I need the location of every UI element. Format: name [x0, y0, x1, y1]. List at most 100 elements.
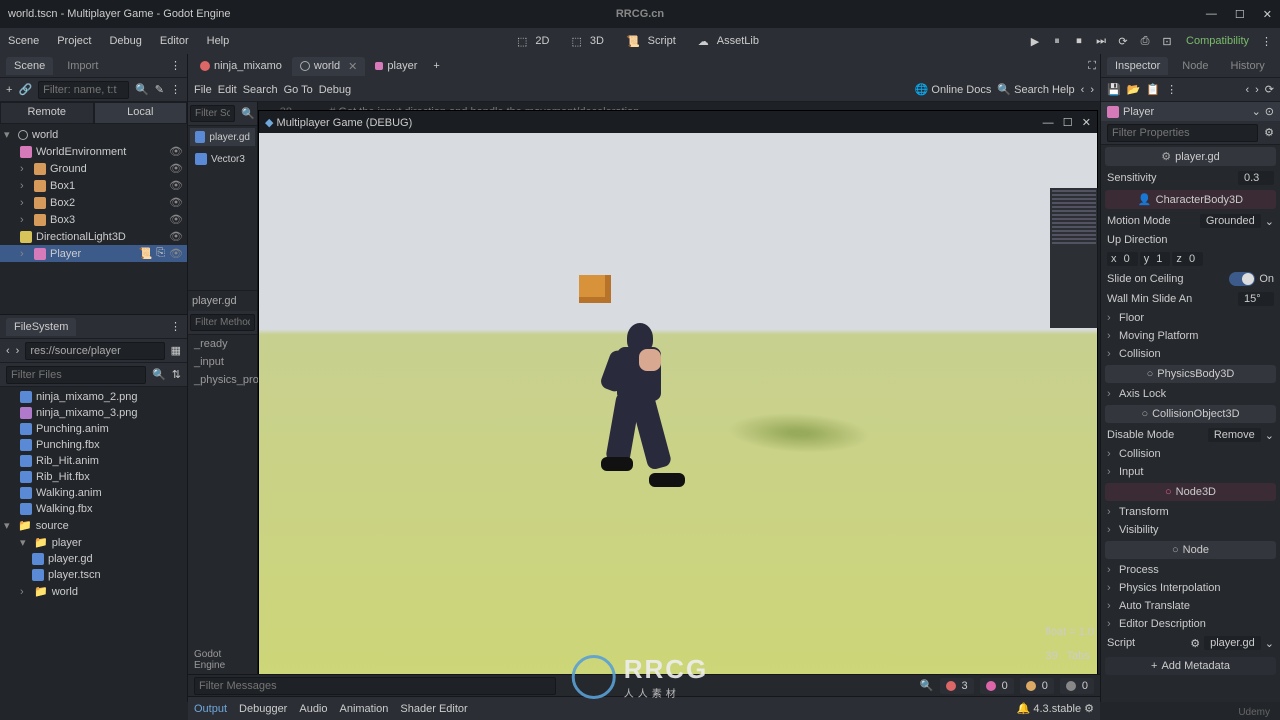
script-search-menu[interactable]: Search	[243, 84, 278, 96]
game-maximize-icon[interactable]: ☐	[1063, 117, 1073, 129]
save-icon[interactable]: 💾	[1107, 83, 1121, 96]
fs-file[interactable]: player.tscn	[48, 569, 183, 581]
bottom-tab-audio[interactable]: Audio	[299, 703, 327, 715]
tree-node-box3[interactable]: Box3	[50, 214, 165, 226]
script-item-vector3[interactable]: Vector3	[190, 150, 255, 168]
workspace-script[interactable]: 📜 Script	[622, 31, 684, 51]
workspace-3d[interactable]: ⬚ 3D	[567, 31, 611, 51]
visibility-icon[interactable]: 👁	[169, 145, 183, 158]
status-tabs[interactable]: Tabs	[1067, 650, 1090, 662]
menu-debug[interactable]: Debug	[109, 35, 141, 47]
bottom-tab-shader[interactable]: Shader Editor	[400, 703, 467, 715]
locate-icon[interactable]: ⊙	[1265, 105, 1274, 118]
info-count-badge[interactable]: 0	[1020, 678, 1054, 694]
script-debug-menu[interactable]: Debug	[319, 84, 351, 96]
prop-sensitivity-value[interactable]: 0.3	[1238, 171, 1274, 185]
open-icon[interactable]: 📂	[1127, 83, 1141, 96]
editor-tab-world[interactable]: world✕	[292, 57, 366, 76]
section-node[interactable]: ○ Node	[1105, 541, 1276, 559]
close-tab-icon[interactable]: ✕	[348, 60, 357, 73]
play-remote-icon[interactable]: ⏭	[1094, 35, 1108, 48]
fs-file[interactable]: player.gd	[48, 553, 183, 565]
fs-folder-source[interactable]: source	[36, 520, 183, 532]
tab-import[interactable]: Import	[59, 57, 106, 75]
fs-path-input[interactable]	[25, 342, 164, 360]
fs-file[interactable]: Walking.anim	[36, 487, 183, 499]
method-physics[interactable]: _physics_proc	[188, 371, 257, 389]
scene-filter-input[interactable]	[38, 81, 129, 99]
search-help-link[interactable]: 🔍 Search Help	[997, 83, 1074, 96]
chevron-down-icon[interactable]: ⌄	[1252, 105, 1261, 118]
filter-methods-input[interactable]	[190, 314, 255, 331]
tree-node-ground[interactable]: Ground	[50, 163, 165, 175]
nav-fwd-icon[interactable]: ›	[1255, 84, 1259, 96]
prop-disable-value[interactable]: Remove	[1208, 428, 1261, 442]
menu-help[interactable]: Help	[207, 35, 230, 47]
nav-back-icon[interactable]: ‹	[1245, 84, 1249, 96]
group-editordesc[interactable]: ›Editor Description	[1101, 615, 1280, 633]
renderer-dropdown[interactable]: Compatibility	[1186, 35, 1249, 47]
script-open-icon[interactable]: 📜	[139, 247, 153, 260]
group-visibility[interactable]: ›Visibility	[1101, 521, 1280, 539]
sort-icon[interactable]: ⇅	[172, 368, 181, 381]
nav-back-icon[interactable]: ‹	[6, 345, 10, 357]
add-node-icon[interactable]: +	[6, 84, 12, 96]
group-axis-lock[interactable]: ›Axis Lock	[1101, 385, 1280, 403]
tree-node-worldenv[interactable]: WorldEnvironment	[36, 146, 165, 158]
menu-editor[interactable]: Editor	[160, 35, 189, 47]
group-autotranslate[interactable]: ›Auto Translate	[1101, 597, 1280, 615]
menu-project[interactable]: Project	[57, 35, 91, 47]
bottom-tab-animation[interactable]: Animation	[340, 703, 389, 715]
scene-local-button[interactable]: Local	[94, 102, 188, 124]
window-minimize-icon[interactable]: —	[1206, 8, 1217, 21]
filter-icon[interactable]: ⚙	[1264, 126, 1274, 139]
visibility-icon[interactable]: 👁	[169, 247, 183, 260]
window-close-icon[interactable]: ✕	[1263, 8, 1272, 21]
tab-filesystem[interactable]: FileSystem	[6, 318, 76, 336]
group-physinterp[interactable]: ›Physics Interpolation	[1101, 579, 1280, 597]
link-icon[interactable]: 🔗	[18, 83, 32, 96]
slide-toggle[interactable]	[1229, 272, 1255, 286]
tab-history[interactable]: History	[1223, 57, 1273, 75]
chevron-down-icon[interactable]: ⌄	[1265, 429, 1274, 442]
gear-icon[interactable]: ⚙	[1190, 637, 1200, 650]
code-minimap[interactable]	[1050, 188, 1098, 328]
workspace-2d[interactable]: ⬚ 2D	[513, 31, 557, 51]
dock-menu-icon[interactable]: ⋮	[170, 320, 181, 333]
filter-scripts-input[interactable]	[190, 105, 235, 122]
view-grid-icon[interactable]: ▦	[171, 344, 181, 357]
visibility-icon[interactable]: 👁	[169, 179, 183, 192]
editor-tab-player[interactable]: player	[367, 57, 425, 75]
search-icon[interactable]: 🔍	[241, 107, 255, 120]
scene-remote-button[interactable]: Remote	[0, 102, 94, 124]
tree-node-player[interactable]: Player	[50, 248, 135, 260]
prop-script-value[interactable]: player.gd	[1204, 636, 1261, 650]
search-icon[interactable]: 🔍	[152, 368, 166, 381]
fs-file[interactable]: Walking.fbx	[36, 503, 183, 515]
tab-inspector[interactable]: Inspector	[1107, 57, 1168, 75]
search-icon[interactable]: 🔍	[920, 679, 934, 692]
play-scene-icon[interactable]: ⟳	[1116, 35, 1130, 48]
tree-node-light[interactable]: DirectionalLight3D	[36, 231, 165, 243]
tab-scene[interactable]: Scene	[6, 57, 53, 75]
group-process[interactable]: ›Process	[1101, 561, 1280, 579]
method-input[interactable]: _input	[188, 353, 257, 371]
fs-filter-input[interactable]	[6, 366, 146, 384]
visibility-icon[interactable]: 👁	[169, 213, 183, 226]
method-ready[interactable]: _ready	[188, 335, 257, 353]
prop-wall-value[interactable]: 15°	[1238, 292, 1274, 306]
movie-icon[interactable]: ⊡	[1160, 35, 1174, 48]
menu-scene[interactable]: Scene	[8, 35, 39, 47]
bell-icon[interactable]: 🔔	[1017, 703, 1031, 715]
chevron-down-icon[interactable]: ⌄	[1265, 215, 1274, 228]
tree-node-box1[interactable]: Box1	[50, 180, 165, 192]
updir-z[interactable]: z 0	[1172, 252, 1203, 266]
group-collision[interactable]: ›Collision	[1101, 345, 1280, 363]
fs-file[interactable]: Punching.anim	[36, 423, 183, 435]
visibility-icon[interactable]: 👁	[169, 196, 183, 209]
section-collisionobj[interactable]: ○ CollisionObject3D	[1105, 405, 1276, 423]
group-floor[interactable]: ›Floor	[1101, 309, 1280, 327]
stop-icon[interactable]: ⏹	[1072, 35, 1086, 48]
bottom-tab-output[interactable]: Output	[194, 703, 227, 715]
script-file-menu[interactable]: File	[194, 84, 212, 96]
